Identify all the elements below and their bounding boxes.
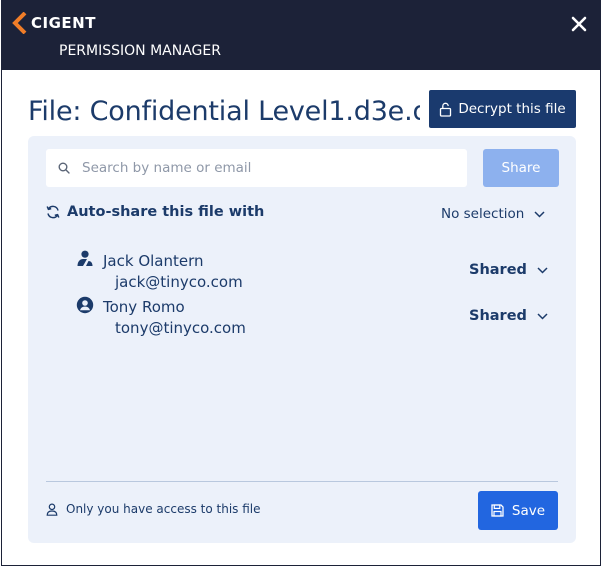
close-icon <box>571 16 587 32</box>
file-title: File: Confidential Level1.d3e.d... <box>28 96 420 127</box>
share-panel: Share Auto-share this file with No selec… <box>28 136 576 543</box>
search-icon <box>58 162 70 174</box>
save-button[interactable]: Save <box>478 491 558 530</box>
access-note-text: Only you have access to this file <box>66 502 261 516</box>
user-row: Jack Olantern jack@tinyco.com Shared <box>76 248 556 292</box>
decrypt-button-label: Decrypt this file <box>458 101 566 117</box>
user-name: Jack Olantern <box>103 252 204 270</box>
save-icon <box>491 504 504 517</box>
chevron-down-icon <box>537 266 548 274</box>
decrypt-file-button[interactable]: Decrypt this file <box>429 90 576 128</box>
search-input[interactable] <box>80 159 467 177</box>
brand-name: CIGENT <box>31 14 96 32</box>
cigent-logo: CIGENT <box>12 11 96 35</box>
close-button[interactable] <box>569 14 589 34</box>
title-bar: CIGENT PERMISSION MANAGER <box>2 1 600 70</box>
chevron-down-icon <box>537 312 548 320</box>
footer-divider <box>46 481 558 482</box>
auto-share-dropdown[interactable]: No selection <box>441 206 545 222</box>
user-permission-dropdown[interactable]: Shared <box>469 262 548 278</box>
auto-share-selection: No selection <box>441 206 525 222</box>
user-name: Tony Romo <box>103 298 185 316</box>
users-icon <box>77 250 93 266</box>
search-box[interactable] <box>46 149 467 187</box>
user-permission-label: Shared <box>469 308 527 324</box>
user-permission-label: Shared <box>469 262 527 278</box>
user-email: tony@tinyco.com <box>115 319 246 337</box>
permission-manager-window: CIGENT PERMISSION MANAGER File: Confiden… <box>1 0 601 566</box>
user-permission-dropdown[interactable]: Shared <box>469 308 548 324</box>
window-subtitle: PERMISSION MANAGER <box>59 43 221 59</box>
chevron-down-icon <box>534 210 545 218</box>
cigent-logo-icon <box>12 12 27 34</box>
save-button-label: Save <box>511 502 546 519</box>
auto-share-label: Auto-share this file with <box>45 204 264 220</box>
user-outline-icon <box>46 502 58 516</box>
user-email: jack@tinyco.com <box>115 273 243 291</box>
refresh-icon <box>46 205 60 219</box>
user-circle-icon <box>76 296 94 314</box>
unlock-icon <box>440 102 452 117</box>
access-note: Only you have access to this file <box>46 502 261 516</box>
auto-share-text: Auto-share this file with <box>67 204 265 220</box>
share-button[interactable]: Share <box>483 149 559 187</box>
user-row: Tony Romo tony@tinyco.com Shared <box>76 294 556 338</box>
